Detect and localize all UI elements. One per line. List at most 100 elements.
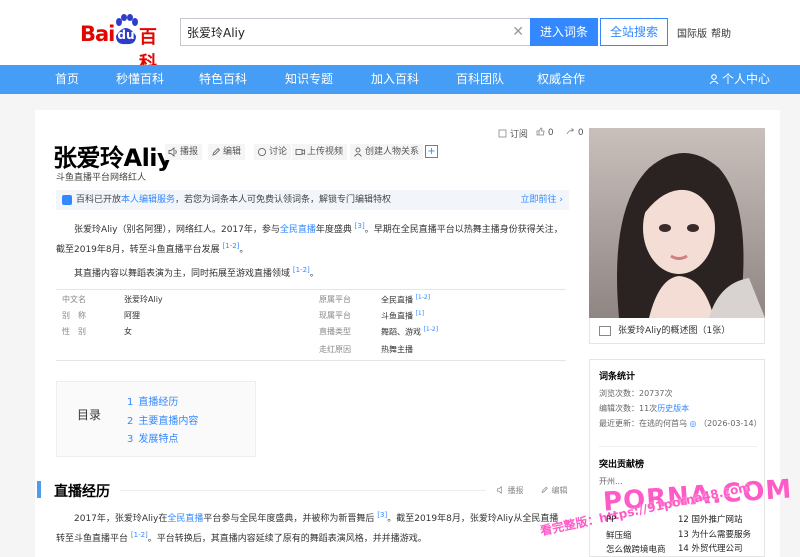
info-value-fame-reason: 热舞主播 [381, 345, 413, 354]
photo-caption[interactable]: 张爱玲Aliy的概述图（1张） [589, 318, 765, 344]
info-value-stream-type: 舞蹈、游戏 [1-2] [381, 326, 438, 338]
former-platform-ref[interactable]: [1-2] [416, 294, 430, 301]
section-ref-1-2[interactable]: [1-2] [131, 531, 148, 539]
views-value: 20737次 [639, 389, 673, 398]
create-relation-tool[interactable]: 创建人物关系 [350, 144, 424, 160]
nav-topics[interactable]: 知识专题 [285, 65, 333, 94]
toc-text-2: 主要直播内容 [138, 416, 199, 427]
stream-type-text: 舞蹈、游戏 [381, 327, 421, 337]
broadcast-tool[interactable]: 播报 [165, 144, 203, 160]
ref-1-2[interactable]: [1-2] [223, 242, 240, 250]
international-link[interactable]: 国际版 [677, 25, 707, 40]
clear-icon[interactable]: ✕ [512, 24, 524, 40]
toc-item-3[interactable]: 3 发展特点 [127, 430, 178, 445]
recent-editor[interactable]: 在逃的何首乌 [639, 419, 687, 428]
nav-team[interactable]: 百科团队 [456, 65, 504, 94]
notice-suffix: ，若您为词条本人可免费认领词条，解锁专门编辑特权 [175, 195, 392, 205]
photo-caption-text: 张爱玲Aliy的概述图（1张） [618, 326, 731, 336]
create-relation-label: 创建人物关系 [365, 147, 420, 157]
overview-photo[interactable] [589, 128, 765, 318]
toc-text-3: 发展特点 [138, 434, 179, 445]
nav-join[interactable]: 加入百科 [371, 65, 419, 94]
subscribe-icon [498, 129, 507, 138]
share-action[interactable]: 0 [566, 127, 584, 138]
summary-text-d: 。 [239, 245, 249, 255]
nav-user-center[interactable]: 个人中心 [709, 65, 770, 94]
nav-home[interactable]: 首页 [55, 65, 79, 94]
contrib-title: 突出贡献榜 [599, 460, 645, 470]
overlay-ad-5[interactable]: 13 为什么需要服务 [678, 528, 751, 540]
add-tool-button[interactable]: + [425, 145, 438, 158]
summary2-text-a: 其直播内容以舞蹈表演为主，同时拓展至游戏直播领域 [74, 269, 291, 279]
info-name-stream-type: 直播类型 [319, 327, 351, 336]
comment-icon [257, 147, 267, 157]
toc-num-3: 3 [127, 434, 134, 445]
section-text-d: 。平台转换后，其直播内容延续了原有的舞蹈表演风格，并并播游戏。 [147, 534, 427, 544]
basic-info-table: 中文名 张爱玲Aliy 别 称 阿狸 性 别 女 原属平台 全民直播 [1-2]… [56, 289, 566, 361]
nav-authority[interactable]: 权威合作 [537, 65, 585, 94]
upload-video-label: 上传视频 [307, 147, 344, 157]
upload-video-tool[interactable]: 上传视频 [292, 144, 348, 160]
info-name-fame-reason: 走红原因 [319, 345, 351, 354]
discuss-tool[interactable]: 讨论 [254, 144, 292, 160]
section-edit-label: 编辑 [551, 486, 568, 495]
toc-item-1[interactable]: 1 直播经历 [127, 393, 178, 408]
speaker-icon [496, 486, 502, 494]
info-name-alias: 别 称 [62, 311, 86, 320]
logo-text-du: du [117, 28, 135, 42]
toc-item-2[interactable]: 2 主要直播内容 [127, 412, 198, 427]
self-edit-notice: 百科已开放本人编辑服务，若您为词条本人可免费认领词条，解锁专门编辑特权 立即前往… [56, 190, 569, 210]
quanmin-link[interactable]: 全民直播 [280, 225, 316, 235]
site-search-button[interactable]: 全站搜索 [600, 18, 668, 46]
stats-divider [599, 446, 757, 447]
summary-paragraph-1: 张爱玲Aliy（别名阿狸），网络红人。2017年，参与全民直播年度盛典 [3] 。… [56, 218, 566, 258]
ref-3[interactable]: [3] [355, 222, 365, 230]
summary2-text-b: 。 [309, 269, 319, 279]
share-count: 0 [577, 128, 584, 138]
info-name-gender: 性 别 [62, 327, 86, 336]
contrib-sub: 开州... [599, 477, 623, 486]
section-broadcast-button[interactable]: 播报 [496, 485, 524, 496]
section-divider [120, 490, 486, 491]
entry-title: 张爱玲Aliy [53, 144, 173, 172]
notice-open-link[interactable]: 立即前往 › [521, 190, 563, 210]
edit-label: 编辑 [223, 147, 242, 157]
baidu-baike-logo[interactable]: Bai du 百科 [80, 14, 172, 74]
subscribe-label: 订阅 [509, 130, 528, 140]
stats-title: 词条统计 [599, 372, 636, 382]
stream-type-ref[interactable]: [1-2] [424, 326, 438, 333]
section-quanmin-link[interactable]: 全民直播 [167, 514, 203, 524]
entry-subtitle: 斗鱼直播平台网络红人 [56, 173, 147, 183]
current-platform-ref[interactable]: [1] [416, 310, 425, 317]
like-action[interactable]: 0 [536, 127, 554, 138]
overlay-ad-3[interactable]: 怎么做跨境电商 [606, 543, 666, 555]
toc-text-1: 直播经历 [138, 397, 179, 408]
subscribe-action[interactable]: 订阅 [498, 127, 528, 140]
user-icon [709, 74, 719, 84]
info-name-former-platform: 原属平台 [319, 295, 351, 304]
broadcast-label: 播报 [180, 147, 199, 157]
overlay-ad-1[interactable]: PP [606, 515, 616, 525]
pencil-icon [541, 486, 548, 493]
notice-link[interactable]: 本人编辑服务 [121, 195, 175, 205]
info-name-cn: 中文名 [62, 295, 86, 304]
overlay-ad-6[interactable]: 14 外贸代理公司 [678, 542, 743, 554]
section-ref-3[interactable]: [3] [377, 511, 387, 519]
video-icon [295, 149, 305, 155]
nav-featured[interactable]: 特色百科 [199, 65, 247, 94]
recent-date: （2026-03-14） [699, 419, 762, 428]
enter-entry-button[interactable]: 进入词条 [530, 18, 598, 46]
section-edit-button[interactable]: 编辑 [540, 485, 568, 496]
history-versions-link[interactable]: 历史版本 [657, 404, 689, 413]
views-label: 浏览次数： [599, 389, 639, 398]
overlay-ad-2[interactable]: 鲜压缩 [606, 529, 632, 541]
section-text-a: 2017年，张爱玲Aliy在 [74, 514, 168, 524]
help-link[interactable]: 帮助 [711, 25, 731, 40]
logo-text-bai: Bai [80, 22, 115, 46]
nav-miaodong[interactable]: 秒懂百科 [116, 65, 164, 94]
summary-paragraph-2: 其直播内容以舞蹈表演为主，同时拓展至游戏直播领域 [1-2]。 [56, 262, 566, 282]
edit-tool[interactable]: 编辑 [208, 144, 246, 160]
search-input[interactable] [181, 19, 501, 45]
ref-1-2b[interactable]: [1-2] [293, 266, 310, 274]
overlay-ad-4[interactable]: 12 国外推广网站 [678, 513, 743, 525]
